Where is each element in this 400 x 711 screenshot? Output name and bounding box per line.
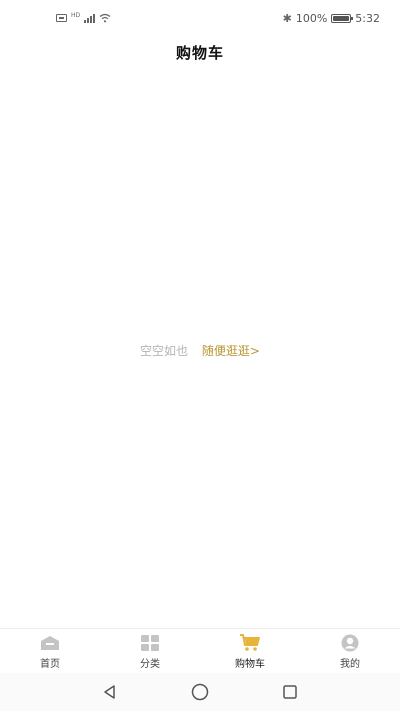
status-bar: HD ✱ 100% 5:32 xyxy=(0,0,400,38)
screen: HD ✱ 100% 5:32 购物车 空空如也 随便逛逛> 首页 分类 购物车 … xyxy=(0,0,400,711)
wifi-icon xyxy=(99,13,111,23)
system-nav-bar xyxy=(0,673,400,711)
empty-cart-state: 空空如也 随便逛逛> xyxy=(0,342,400,359)
battery-icon xyxy=(331,14,354,23)
tab-cart[interactable]: 购物车 xyxy=(200,629,300,673)
tab-home-label: 首页 xyxy=(40,659,60,670)
recents-square-icon xyxy=(283,685,297,699)
tab-bar: 首页 分类 购物车 我的 xyxy=(0,628,400,673)
home-circle-icon xyxy=(191,683,209,701)
battery-fill xyxy=(333,16,350,21)
tab-cart-label: 购物车 xyxy=(235,659,265,670)
tab-me[interactable]: 我的 xyxy=(300,629,400,673)
tab-me-label: 我的 xyxy=(340,659,360,670)
status-left: HD xyxy=(56,13,111,23)
home-button[interactable] xyxy=(190,682,210,702)
sim-card-icon xyxy=(56,14,67,22)
tab-category[interactable]: 分类 xyxy=(100,629,200,673)
empty-message: 空空如也 xyxy=(140,344,189,358)
page-title: 购物车 xyxy=(175,44,224,62)
home-icon xyxy=(39,634,61,652)
recents-button[interactable] xyxy=(280,682,300,702)
browse-link[interactable]: 随便逛逛> xyxy=(202,344,260,358)
bluetooth-icon: ✱ xyxy=(282,12,292,25)
grid-icon xyxy=(139,634,161,652)
cart-icon xyxy=(239,634,261,652)
hd-icon: HD xyxy=(71,12,81,19)
tab-category-label: 分类 xyxy=(140,659,160,670)
back-triangle-icon xyxy=(104,685,115,699)
clock: 5:32 xyxy=(355,12,380,25)
signal-icon xyxy=(84,13,96,23)
battery-percent: 100% xyxy=(295,12,328,25)
status-right: ✱ 100% 5:32 xyxy=(283,12,380,25)
header: 购物车 xyxy=(0,38,400,68)
back-button[interactable] xyxy=(100,682,120,702)
tab-home[interactable]: 首页 xyxy=(0,629,100,673)
user-icon xyxy=(339,634,361,652)
